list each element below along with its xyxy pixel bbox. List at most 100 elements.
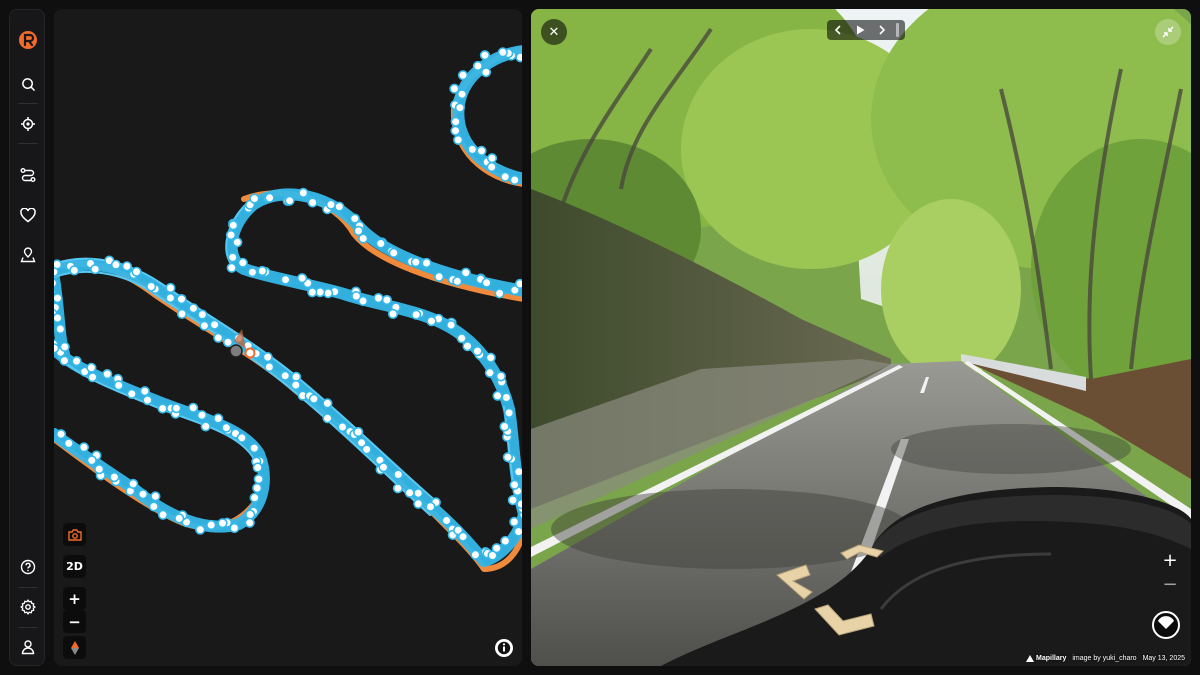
photo-point[interactable] (226, 262, 237, 273)
photo-point[interactable] (78, 442, 89, 453)
photo-point[interactable] (171, 403, 182, 414)
photo-point[interactable] (221, 422, 232, 433)
photo-point[interactable] (121, 261, 132, 272)
compass-north-button[interactable] (63, 636, 86, 659)
photo-point[interactable] (228, 220, 239, 231)
photo-point[interactable] (165, 292, 176, 304)
photo-point[interactable] (150, 491, 161, 502)
photo-point[interactable] (392, 483, 404, 494)
photo-point[interactable] (413, 498, 424, 509)
photo-point[interactable] (495, 371, 507, 382)
photo-point[interactable] (128, 478, 139, 490)
photo-point[interactable] (213, 332, 224, 343)
photo-layer-button[interactable] (63, 523, 86, 546)
photo-point[interactable] (59, 341, 70, 353)
photo-point[interactable] (481, 277, 492, 288)
help-button[interactable] (10, 553, 46, 581)
photo-point[interactable] (456, 333, 467, 344)
places-button[interactable] (10, 241, 46, 269)
photo-point[interactable] (252, 482, 263, 494)
previous-image-button[interactable] (827, 20, 849, 40)
photo-point[interactable] (102, 369, 113, 380)
photo-point[interactable] (174, 513, 185, 524)
close-viewer-button[interactable]: ✕ (541, 19, 567, 45)
photo-point[interactable] (334, 201, 345, 212)
photo-point[interactable] (453, 134, 464, 145)
photo-point[interactable] (249, 492, 260, 503)
photo-point[interactable] (375, 238, 386, 249)
photo-point[interactable] (486, 153, 498, 164)
photo-point[interactable] (222, 337, 234, 348)
photo-point[interactable] (188, 402, 199, 413)
photo-point[interactable] (54, 278, 58, 288)
photo-point[interactable] (513, 466, 523, 477)
photo-point[interactable] (257, 265, 268, 277)
view-mode-toggle[interactable]: 2D (63, 555, 86, 578)
photo-point[interactable] (308, 393, 319, 405)
photo-point[interactable] (86, 455, 97, 466)
photo-point[interactable] (59, 355, 70, 366)
photo-point[interactable] (449, 83, 460, 94)
photo-point[interactable] (253, 474, 264, 485)
photo-point[interactable] (280, 370, 291, 381)
photo-point[interactable] (148, 501, 159, 512)
photo-point[interactable] (176, 308, 188, 320)
photo-point[interactable] (446, 319, 457, 331)
photo-point[interactable] (262, 352, 273, 363)
photo-point[interactable] (456, 89, 468, 100)
photo-point[interactable] (137, 489, 149, 500)
photo-point[interactable] (450, 116, 461, 127)
photo-point[interactable] (280, 274, 291, 285)
photo-point[interactable] (217, 518, 228, 529)
photo-point[interactable] (457, 70, 469, 81)
photo-point[interactable] (504, 407, 515, 419)
photo-point[interactable] (509, 174, 520, 186)
photo-point[interactable] (54, 312, 63, 324)
photo-point[interactable] (213, 413, 224, 424)
photo-point[interactable] (452, 276, 463, 287)
photo-point[interactable] (441, 515, 452, 526)
account-button[interactable] (10, 633, 46, 661)
search-button[interactable] (10, 70, 46, 98)
photo-point[interactable] (325, 199, 337, 210)
settings-button[interactable] (10, 593, 46, 621)
photo-point[interactable] (87, 372, 98, 383)
photo-point[interactable] (63, 438, 74, 449)
photo-point[interactable] (515, 52, 522, 63)
photo-point[interactable] (462, 341, 473, 352)
photo-point[interactable] (501, 392, 512, 403)
photo-point[interactable] (425, 501, 436, 512)
photo-point[interactable] (157, 403, 168, 414)
photo-point[interactable] (247, 267, 258, 278)
photo-point[interactable] (244, 517, 255, 528)
photo-point[interactable] (165, 282, 176, 294)
photo-point[interactable] (307, 287, 318, 298)
photo-point[interactable] (237, 257, 248, 268)
photo-point[interactable] (467, 144, 478, 155)
photo-point[interactable] (232, 237, 243, 248)
photo-point[interactable] (297, 273, 308, 284)
street-view-image[interactable] (531, 9, 1191, 666)
collapse-viewer-button[interactable] (1155, 19, 1181, 45)
photo-point[interactable] (479, 50, 491, 61)
photo-point[interactable] (69, 265, 80, 276)
photo-point[interactable] (200, 421, 211, 432)
photo-point[interactable] (307, 197, 318, 208)
photo-point[interactable] (381, 294, 393, 306)
photo-point[interactable] (484, 367, 496, 378)
photo-point[interactable] (157, 509, 169, 520)
photo-point[interactable] (514, 278, 522, 289)
photo-point[interactable] (502, 452, 514, 463)
app-logo[interactable] (10, 26, 46, 54)
photo-point[interactable] (90, 264, 101, 275)
photo-point[interactable] (236, 432, 247, 444)
photo-point[interactable] (358, 233, 369, 244)
photo-point[interactable] (131, 266, 142, 277)
photo-point[interactable] (507, 495, 519, 506)
favorites-button[interactable] (10, 201, 46, 229)
photo-point[interactable] (404, 487, 415, 498)
photo-point[interactable] (245, 509, 256, 520)
photo-point[interactable] (373, 293, 384, 304)
photo-point[interactable] (249, 193, 260, 204)
photo-point[interactable] (509, 516, 520, 528)
